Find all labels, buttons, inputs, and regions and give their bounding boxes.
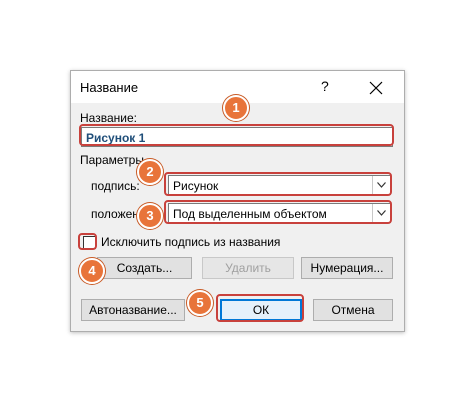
callout-badge-4: 4 xyxy=(79,258,105,284)
create-label-button[interactable]: Создать... xyxy=(97,257,192,279)
callout-badge-2: 2 xyxy=(137,159,163,185)
callout-badge-1: 1 xyxy=(223,95,249,121)
callout-badge-5: 5 xyxy=(187,290,213,316)
parameters-heading: Параметры xyxy=(80,153,144,167)
checkbox-highlight xyxy=(78,233,97,250)
position-select-highlight xyxy=(164,200,392,224)
help-button[interactable]: ? xyxy=(321,78,329,94)
exclude-label-text: Исключить подпись из названия xyxy=(101,235,281,249)
caption-label: Название: xyxy=(80,111,137,125)
ok-button-highlight xyxy=(216,294,304,322)
label-select-highlight xyxy=(164,172,392,196)
close-icon[interactable] xyxy=(369,75,383,100)
position-field-label: положен xyxy=(91,207,139,221)
autocaption-button[interactable]: Автоназвание... xyxy=(81,299,185,321)
caption-field-highlight xyxy=(79,124,394,146)
cancel-button[interactable]: Отмена xyxy=(313,299,393,321)
delete-label-button[interactable]: Удалить xyxy=(202,257,294,279)
numbering-button[interactable]: Нумерация... xyxy=(301,257,393,279)
label-field-label: подпись: xyxy=(91,179,140,193)
dialog-title: Название xyxy=(80,80,139,95)
callout-badge-3: 3 xyxy=(137,203,163,229)
